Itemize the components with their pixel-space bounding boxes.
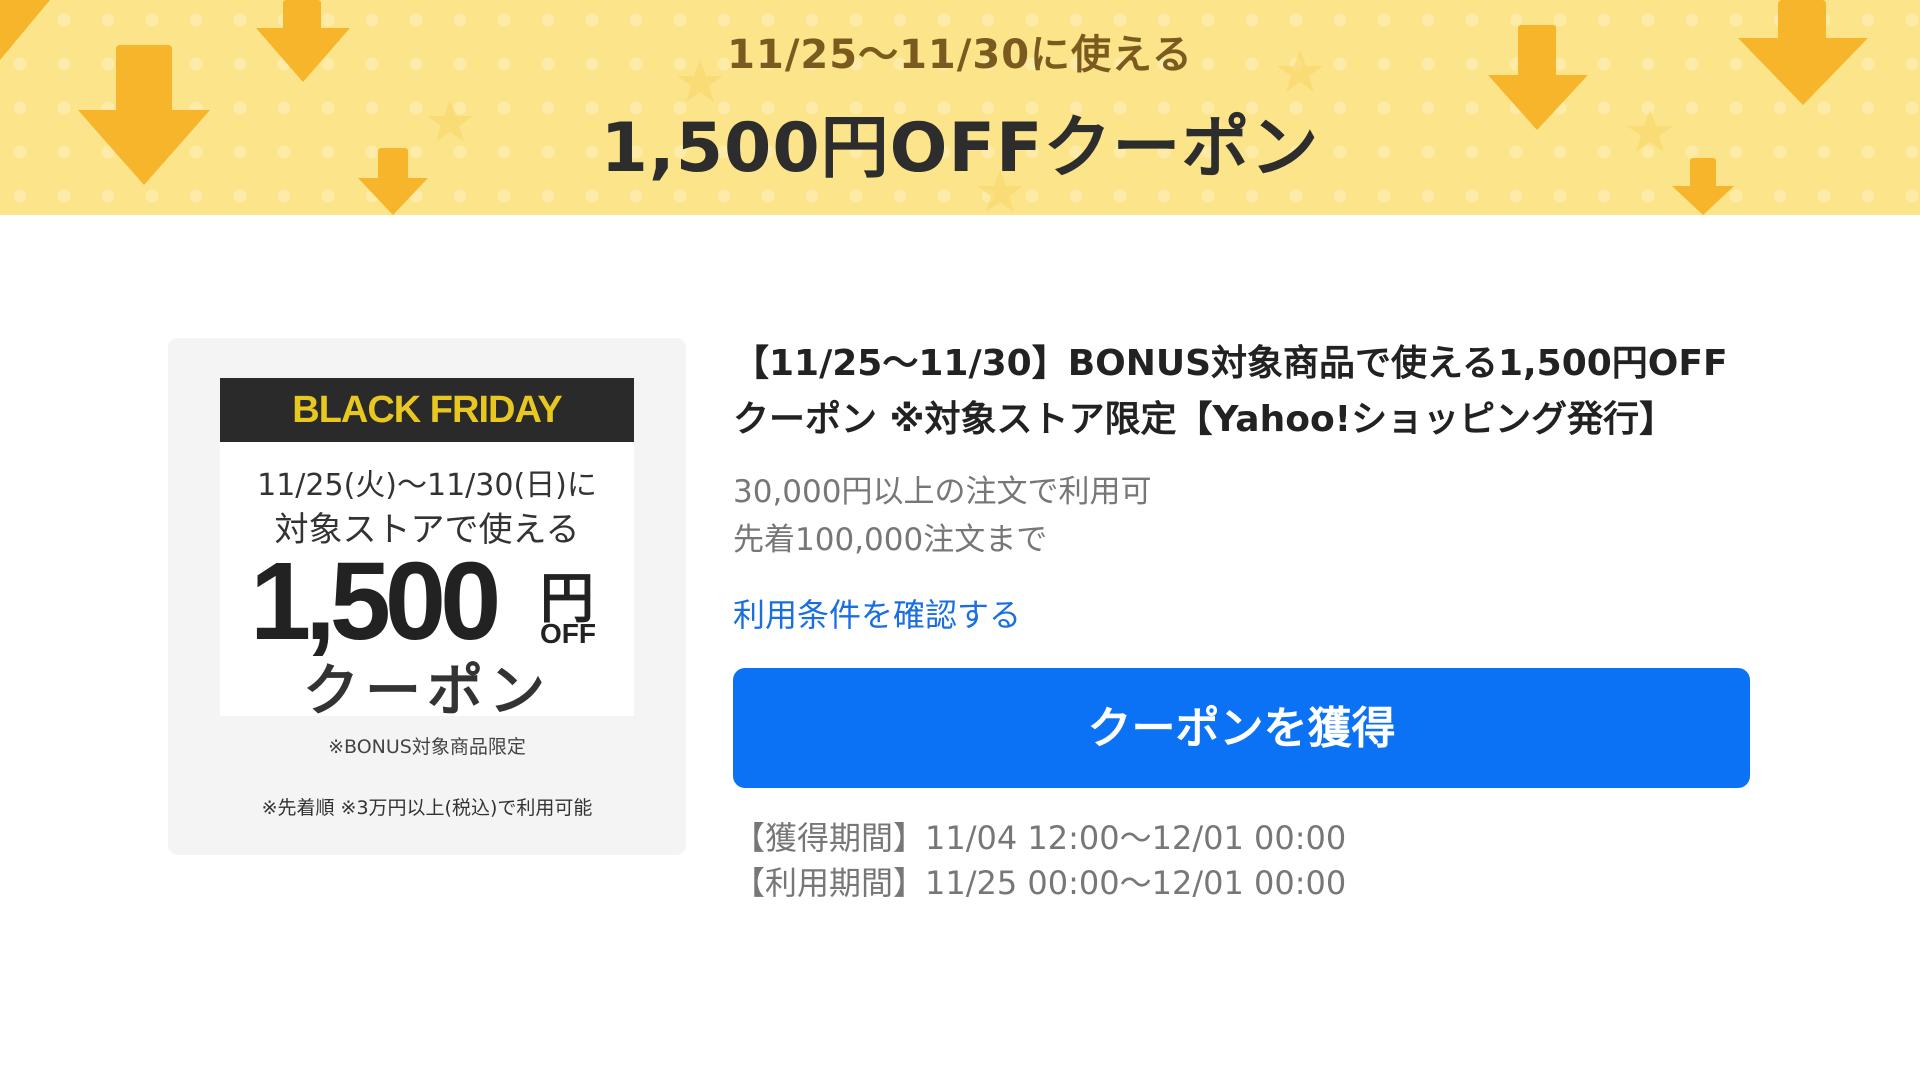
coupon-image-inner: BLACK FRIDAY 11/25(火)〜11/30(日)に 対象ストアで使え… <box>220 378 634 758</box>
black-friday-label: BLACK FRIDAY <box>220 378 634 442</box>
condition-limit: 先着100,000注文まで <box>733 522 1048 558</box>
terms-link[interactable]: 利用条件を確認する <box>733 590 1021 636</box>
coupon-word: クーポン <box>303 659 551 724</box>
coupon-limited-note: ※BONUS対象商品限定 <box>328 736 526 758</box>
get-coupon-button[interactable]: クーポンを獲得 <box>733 668 1750 788</box>
acquire-period: 【獲得期間】11/04 12:00〜12/01 00:00 <box>733 819 1347 857</box>
coupon-dates: 11/25(火)〜11/30(日)に <box>257 468 597 503</box>
coupon-periods: 【獲得期間】11/04 12:00〜12/01 00:00 【利用期間】11/2… <box>733 816 1753 906</box>
coupon-image: BLACK FRIDAY 11/25(火)〜11/30(日)に 対象ストアで使え… <box>168 338 686 855</box>
coupon-details: 【11/25〜11/30】BONUS対象商品で使える1,500円OFFクーポン … <box>733 336 1753 906</box>
coupon-usage-note: ※先着順 ※3万円以上(税込)で利用可能 <box>261 797 593 819</box>
condition-minimum: 30,000円以上の注文で利用可 <box>733 474 1152 510</box>
banner-title: 1,500円OFFクーポン <box>600 109 1320 188</box>
promo-banner: 11/25〜11/30に使える 1,500円OFFクーポン <box>0 0 1920 215</box>
coupon-title: 【11/25〜11/30】BONUS対象商品で使える1,500円OFFクーポン … <box>733 343 1728 440</box>
banner-subtitle: 11/25〜11/30に使える <box>727 32 1193 78</box>
use-period: 【利用期間】11/25 00:00〜12/01 00:00 <box>733 864 1347 902</box>
coupon-conditions: 30,000円以上の注文で利用可 先着100,000注文まで <box>733 468 1753 564</box>
